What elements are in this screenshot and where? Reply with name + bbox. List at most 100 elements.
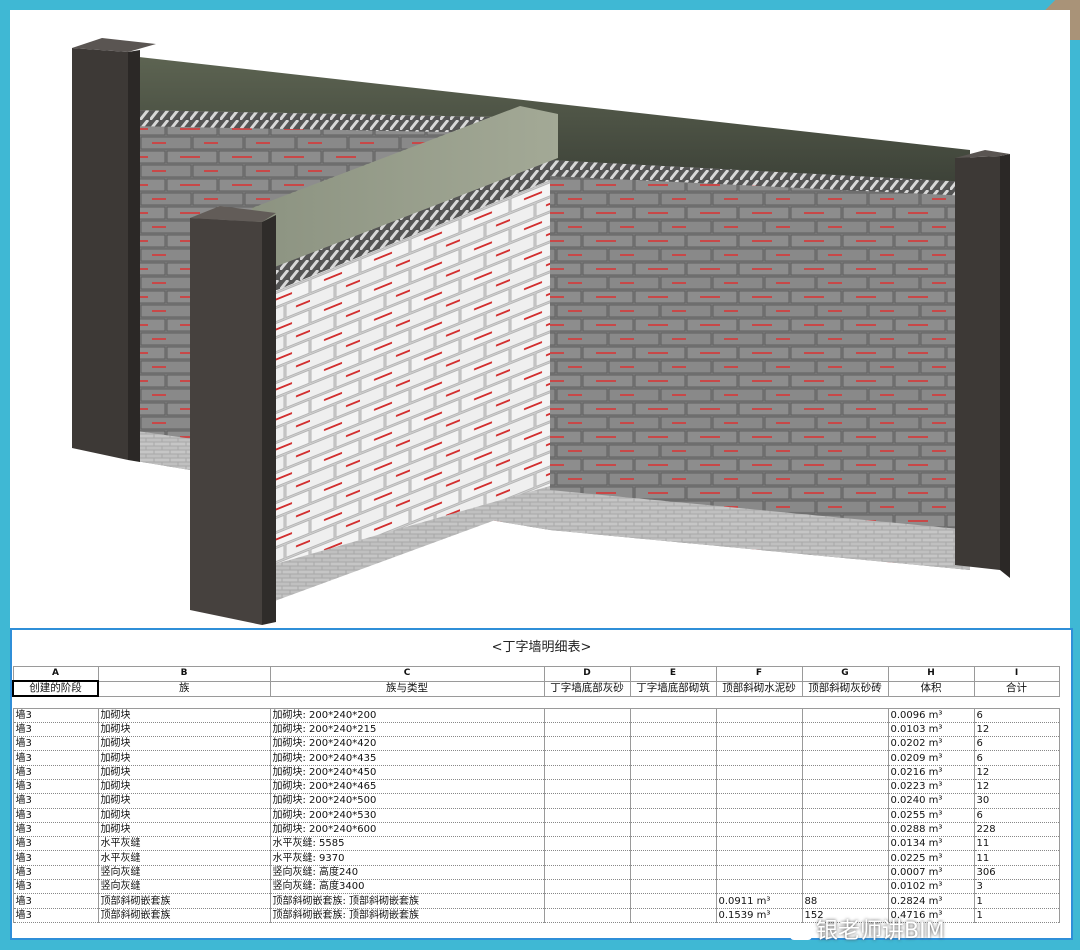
table-cell[interactable] <box>715 764 803 780</box>
3d-viewport[interactable] <box>10 10 1070 628</box>
table-cell[interactable] <box>715 736 803 752</box>
table-cell[interactable]: 3 <box>973 879 1060 895</box>
table-cell[interactable]: 1 <box>973 893 1060 909</box>
table-cell[interactable] <box>715 807 803 823</box>
table-cell[interactable]: 加砌块: 200*240*420 <box>269 736 545 752</box>
table-cell[interactable]: 墙3 <box>12 864 99 881</box>
table-cell[interactable] <box>543 807 631 823</box>
table-cell[interactable]: 0.0007 m³ <box>887 864 975 881</box>
table-cell[interactable] <box>715 778 803 795</box>
column-letter[interactable]: G <box>801 666 889 682</box>
column-letter[interactable]: H <box>887 666 975 682</box>
table-cell[interactable] <box>629 721 717 738</box>
column-header[interactable]: 创建的阶段 <box>12 680 99 697</box>
table-cell[interactable]: 竖向灰缝: 高度240 <box>269 864 545 881</box>
table-cell[interactable]: 加砌块: 200*240*465 <box>269 778 545 795</box>
table-cell[interactable]: 水平灰缝: 5585 <box>269 836 545 852</box>
table-cell[interactable] <box>629 864 717 881</box>
table-cell[interactable]: 0.0134 m³ <box>887 836 975 852</box>
table-cell[interactable]: 0.0225 m³ <box>887 850 975 866</box>
table-cell[interactable] <box>715 864 803 881</box>
column-header[interactable]: 体积 <box>887 680 975 697</box>
table-cell[interactable]: 88 <box>801 893 889 909</box>
table-cell[interactable]: 顶部斜砌嵌套族: 顶部斜砌嵌套族 <box>269 907 545 923</box>
table-cell[interactable] <box>801 793 889 809</box>
table-cell[interactable]: 加砌块 <box>97 736 271 752</box>
table-cell[interactable]: 顶部斜砌嵌套族: 顶部斜砌嵌套族 <box>269 893 545 909</box>
table-cell[interactable]: 竖向灰缝: 高度3400 <box>269 879 545 895</box>
table-cell[interactable] <box>715 821 803 838</box>
table-cell[interactable] <box>543 750 631 766</box>
table-cell[interactable] <box>629 907 717 923</box>
table-cell[interactable] <box>801 750 889 766</box>
table-cell[interactable]: 6 <box>973 807 1060 823</box>
table-cell[interactable]: 0.0240 m³ <box>887 793 975 809</box>
table-cell[interactable]: 加砌块 <box>97 707 271 723</box>
table-cell[interactable]: 0.0216 m³ <box>887 764 975 780</box>
table-cell[interactable] <box>543 736 631 752</box>
table-cell[interactable]: 墙3 <box>12 907 99 923</box>
table-cell[interactable]: 加砌块: 200*240*435 <box>269 750 545 766</box>
table-cell[interactable]: 11 <box>973 850 1060 866</box>
table-cell[interactable]: 加砌块 <box>97 821 271 838</box>
table-cell[interactable]: 墙3 <box>12 836 99 852</box>
table-cell[interactable]: 墙3 <box>12 721 99 738</box>
table-cell[interactable]: 30 <box>973 793 1060 809</box>
table-cell[interactable] <box>629 807 717 823</box>
table-cell[interactable] <box>629 707 717 723</box>
table-cell[interactable] <box>543 850 631 866</box>
table-cell[interactable]: 墙3 <box>12 879 99 895</box>
table-cell[interactable]: 加砌块 <box>97 793 271 809</box>
table-cell[interactable]: 6 <box>973 736 1060 752</box>
table-cell[interactable] <box>629 736 717 752</box>
table-cell[interactable]: 228 <box>973 821 1060 838</box>
table-cell[interactable]: 0.0096 m³ <box>887 707 975 723</box>
table-cell[interactable] <box>801 836 889 852</box>
table-cell[interactable] <box>543 821 631 838</box>
table-cell[interactable]: 6 <box>973 750 1060 766</box>
table-cell[interactable]: 加砌块 <box>97 750 271 766</box>
column-header[interactable]: 丁字墙底部砌筑 <box>629 680 717 697</box>
column-letter[interactable]: D <box>543 666 631 682</box>
table-cell[interactable] <box>801 721 889 738</box>
table-cell[interactable] <box>629 821 717 838</box>
column-letter[interactable]: E <box>629 666 717 682</box>
table-cell[interactable] <box>543 793 631 809</box>
table-cell[interactable] <box>801 707 889 723</box>
column-header[interactable]: 顶部斜砌灰砂砖 <box>801 680 889 697</box>
table-cell[interactable] <box>801 764 889 780</box>
table-cell[interactable]: 0.0223 m³ <box>887 778 975 795</box>
table-cell[interactable]: 11 <box>973 836 1060 852</box>
table-cell[interactable] <box>629 750 717 766</box>
table-cell[interactable] <box>543 879 631 895</box>
table-cell[interactable]: 墙3 <box>12 850 99 866</box>
table-cell[interactable]: 水平灰缝 <box>97 836 271 852</box>
table-cell[interactable] <box>543 864 631 881</box>
column-header[interactable]: 族与类型 <box>269 680 545 697</box>
table-cell[interactable]: 12 <box>973 778 1060 795</box>
table-cell[interactable]: 竖向灰缝 <box>97 864 271 881</box>
table-cell[interactable]: 加砌块 <box>97 778 271 795</box>
table-cell[interactable] <box>629 778 717 795</box>
table-cell[interactable] <box>715 836 803 852</box>
table-cell[interactable] <box>801 778 889 795</box>
table-cell[interactable]: 墙3 <box>12 807 99 823</box>
table-cell[interactable] <box>629 793 717 809</box>
table-cell[interactable]: 加砌块: 200*240*530 <box>269 807 545 823</box>
table-cell[interactable]: 加砌块 <box>97 764 271 780</box>
table-cell[interactable]: 12 <box>973 721 1060 738</box>
table-cell[interactable] <box>629 879 717 895</box>
table-cell[interactable]: 墙3 <box>12 893 99 909</box>
column-header[interactable]: 合计 <box>973 680 1060 697</box>
table-cell[interactable]: 0.0288 m³ <box>887 821 975 838</box>
table-cell[interactable]: 加砌块 <box>97 807 271 823</box>
table-cell[interactable]: 顶部斜砌嵌套族 <box>97 907 271 923</box>
table-cell[interactable] <box>543 907 631 923</box>
table-cell[interactable] <box>543 893 631 909</box>
table-cell[interactable]: 水平灰缝: 9370 <box>269 850 545 866</box>
table-cell[interactable]: 加砌块: 200*240*600 <box>269 821 545 838</box>
column-letter[interactable]: C <box>269 666 545 682</box>
table-cell[interactable] <box>801 879 889 895</box>
table-cell[interactable]: 加砌块: 200*240*500 <box>269 793 545 809</box>
table-cell[interactable] <box>801 736 889 752</box>
